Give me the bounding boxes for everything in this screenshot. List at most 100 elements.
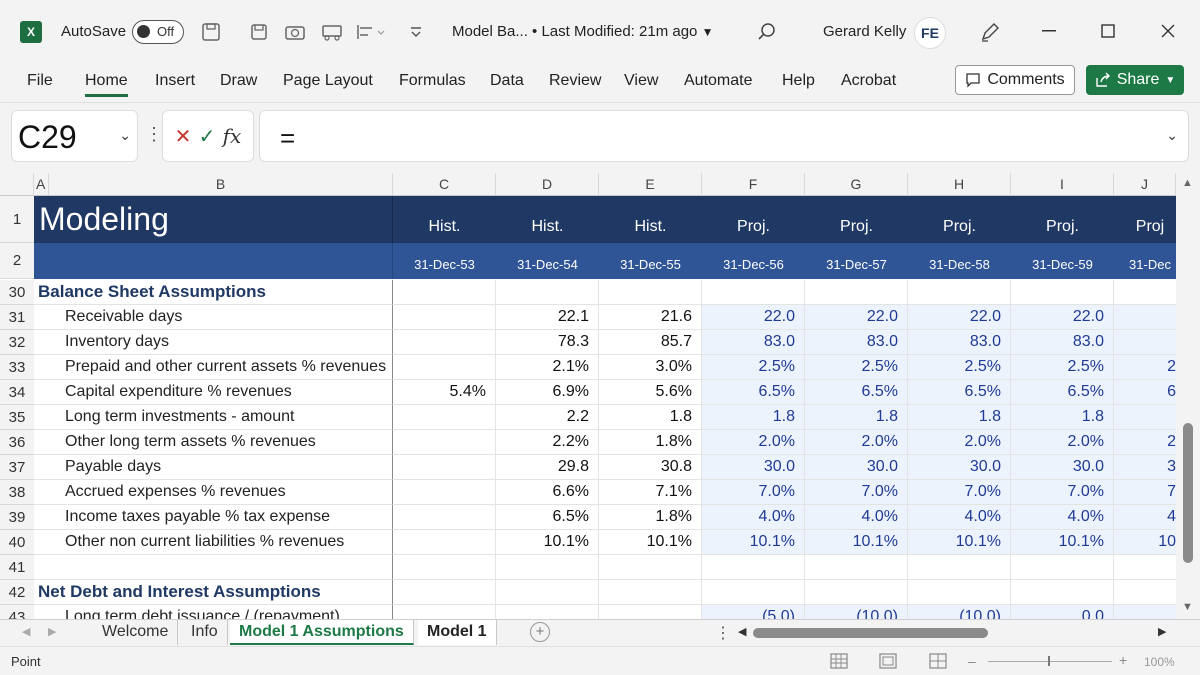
value-cell[interactable]: 6.5% bbox=[1011, 380, 1114, 405]
page-break-view-icon[interactable] bbox=[929, 653, 947, 669]
value-cell[interactable]: 3 bbox=[1114, 455, 1176, 480]
value-cell[interactable]: 78.3 bbox=[496, 330, 599, 355]
value-cell[interactable]: 83.0 bbox=[702, 330, 805, 355]
value-cell[interactable]: 2.0% bbox=[1011, 430, 1114, 455]
value-cell[interactable]: 7.0% bbox=[805, 480, 908, 505]
value-cell[interactable]: 2.0% bbox=[908, 430, 1011, 455]
more-options-icon[interactable]: ⋮ bbox=[715, 623, 731, 643]
value-cell[interactable]: 4.0% bbox=[805, 505, 908, 530]
section-heading[interactable]: Net Debt and Interest Assumptions bbox=[34, 580, 393, 605]
value-cell[interactable] bbox=[1011, 280, 1114, 305]
value-cell[interactable]: 2.5% bbox=[805, 355, 908, 380]
period-type-cell[interactable]: Proj bbox=[1114, 196, 1176, 243]
tab-automate[interactable]: Automate bbox=[684, 72, 752, 90]
tab-view[interactable]: View bbox=[624, 72, 658, 90]
value-cell[interactable]: 2.2 bbox=[496, 405, 599, 430]
period-type-cell[interactable]: Hist. bbox=[393, 196, 496, 243]
value-cell[interactable]: 2.5% bbox=[908, 355, 1011, 380]
cell-a[interactable] bbox=[34, 355, 49, 380]
value-cell[interactable] bbox=[805, 580, 908, 605]
value-cell[interactable] bbox=[393, 455, 496, 480]
value-cell[interactable]: 4.0% bbox=[702, 505, 805, 530]
row-label[interactable]: Prepaid and other current assets % reven… bbox=[49, 355, 393, 380]
row-header[interactable]: 42 bbox=[0, 580, 34, 605]
row-label[interactable]: Payable days bbox=[49, 455, 393, 480]
period-type-cell[interactable]: Proj. bbox=[908, 196, 1011, 243]
value-cell[interactable]: 4 bbox=[1114, 505, 1176, 530]
period-date-cell[interactable]: 31-Dec-53 bbox=[393, 243, 496, 279]
tab-help[interactable]: Help bbox=[782, 72, 815, 90]
value-cell[interactable]: 10.1% bbox=[599, 530, 702, 555]
add-sheet-icon[interactable]: + bbox=[530, 622, 550, 642]
cell-a[interactable] bbox=[34, 455, 49, 480]
value-cell[interactable] bbox=[1011, 555, 1114, 580]
value-cell[interactable]: 1.8 bbox=[702, 405, 805, 430]
zoom-out-icon[interactable]: – bbox=[968, 653, 976, 669]
row-header[interactable]: 35 bbox=[0, 405, 34, 430]
save-as-icon[interactable] bbox=[247, 20, 271, 44]
value-cell[interactable] bbox=[702, 580, 805, 605]
insert-function-icon[interactable]: fx bbox=[223, 124, 242, 148]
value-cell[interactable] bbox=[702, 280, 805, 305]
value-cell[interactable] bbox=[908, 580, 1011, 605]
value-cell[interactable] bbox=[1011, 580, 1114, 605]
value-cell[interactable]: 22.0 bbox=[805, 305, 908, 330]
align-icon[interactable] bbox=[353, 20, 389, 44]
value-cell[interactable]: 6.9% bbox=[496, 380, 599, 405]
search-icon[interactable] bbox=[755, 20, 779, 44]
sheet-tab-info[interactable]: Info bbox=[182, 620, 228, 645]
value-cell[interactable]: 10.1% bbox=[702, 530, 805, 555]
column-header-e[interactable]: E bbox=[599, 173, 702, 196]
sheet-title[interactable]: Modeling bbox=[34, 196, 393, 243]
maximize-button[interactable] bbox=[1088, 16, 1128, 46]
value-cell[interactable]: 6.5% bbox=[702, 380, 805, 405]
value-cell[interactable]: 6.5% bbox=[805, 380, 908, 405]
value-cell[interactable] bbox=[805, 280, 908, 305]
value-cell[interactable] bbox=[393, 405, 496, 430]
period-type-cell[interactable]: Proj. bbox=[805, 196, 908, 243]
value-cell[interactable]: 6.5% bbox=[908, 380, 1011, 405]
value-cell[interactable]: 1.8% bbox=[599, 505, 702, 530]
value-cell[interactable] bbox=[496, 605, 599, 619]
value-cell[interactable] bbox=[599, 580, 702, 605]
period-date-cell[interactable]: 31-Dec-58 bbox=[908, 243, 1011, 279]
autosave-toggle[interactable]: Off bbox=[132, 20, 184, 44]
cell-a[interactable] bbox=[34, 430, 49, 455]
cell-a[interactable] bbox=[34, 405, 49, 430]
value-cell[interactable]: 22.0 bbox=[908, 305, 1011, 330]
value-cell[interactable]: 1.8 bbox=[1011, 405, 1114, 430]
value-cell[interactable]: 2 bbox=[1114, 430, 1176, 455]
row-header[interactable]: 33 bbox=[0, 355, 34, 380]
row-header[interactable]: 40 bbox=[0, 530, 34, 555]
value-cell[interactable] bbox=[1114, 605, 1176, 619]
value-cell[interactable]: 5.4% bbox=[393, 380, 496, 405]
value-cell[interactable]: 85.7 bbox=[599, 330, 702, 355]
value-cell[interactable]: 10.1% bbox=[1011, 530, 1114, 555]
prev-sheet-icon[interactable]: ◀ bbox=[22, 625, 30, 638]
value-cell[interactable] bbox=[805, 555, 908, 580]
cell-a[interactable] bbox=[34, 530, 49, 555]
value-cell[interactable] bbox=[1114, 405, 1176, 430]
column-header-j[interactable]: J bbox=[1114, 173, 1176, 196]
document-title[interactable]: Model Ba... • Last Modified: 21m ago ▼ bbox=[452, 23, 713, 40]
column-header-b[interactable]: B bbox=[49, 173, 393, 196]
tab-page-layout[interactable]: Page Layout bbox=[283, 72, 373, 90]
row-label[interactable]: Inventory days bbox=[49, 330, 393, 355]
value-cell[interactable]: 30.8 bbox=[599, 455, 702, 480]
pen-icon[interactable] bbox=[978, 20, 1002, 44]
value-cell[interactable] bbox=[393, 580, 496, 605]
value-cell[interactable]: 10 bbox=[1114, 530, 1176, 555]
period-type-cell[interactable]: Hist. bbox=[599, 196, 702, 243]
row-label[interactable]: Capital expenditure % revenues bbox=[49, 380, 393, 405]
name-box[interactable]: C29 ⌄ bbox=[11, 110, 138, 162]
column-header-g[interactable]: G bbox=[805, 173, 908, 196]
cancel-icon[interactable]: ✕ bbox=[175, 124, 192, 149]
value-cell[interactable] bbox=[599, 605, 702, 619]
value-cell[interactable]: 7 bbox=[1114, 480, 1176, 505]
customize-toolbar-icon[interactable] bbox=[404, 20, 428, 44]
value-cell[interactable] bbox=[393, 305, 496, 330]
tab-review[interactable]: Review bbox=[549, 72, 601, 90]
period-date-cell[interactable]: 31-Dec bbox=[1114, 243, 1176, 279]
value-cell[interactable]: 6 bbox=[1114, 380, 1176, 405]
close-button[interactable] bbox=[1148, 16, 1188, 46]
